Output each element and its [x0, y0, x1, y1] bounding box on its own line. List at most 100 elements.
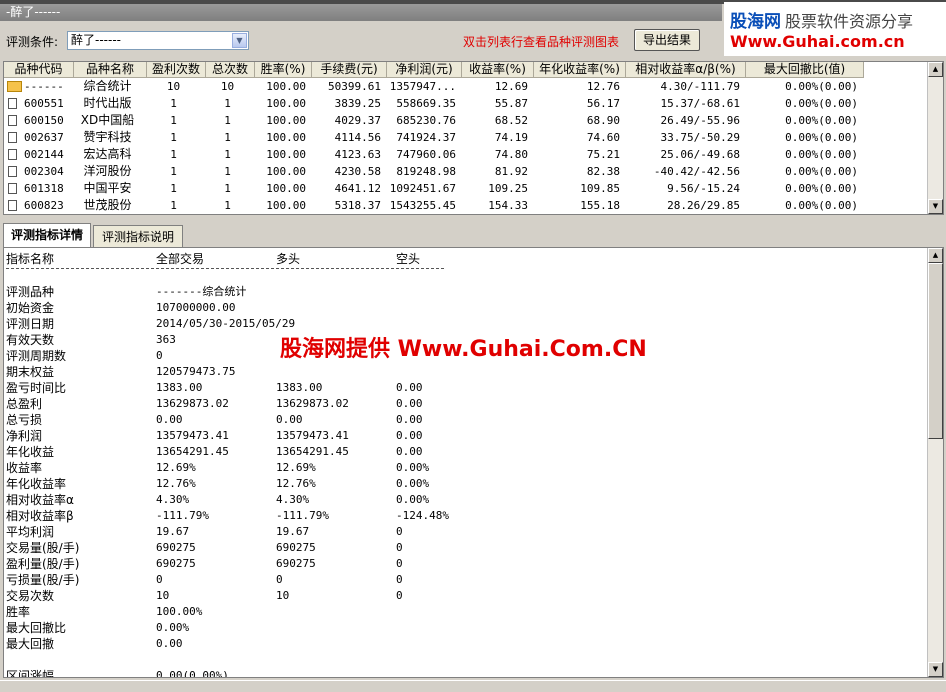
- table-row[interactable]: 600551 时代出版 1 1 100.00 3839.25 558669.35 55.87 5…: [4, 95, 929, 112]
- metric-value: 12.69%: [276, 461, 316, 474]
- table-cell: 世茂股份: [83, 198, 132, 212]
- chevron-down-icon[interactable]: ▼: [232, 33, 247, 48]
- table-cell: 宏达高科: [83, 147, 132, 161]
- metric-value: -111.79%: [276, 509, 329, 522]
- scroll-up-icon[interactable]: ▲: [928, 248, 943, 263]
- col-all: 全部交易: [156, 252, 205, 266]
- metric-label: 净利润: [6, 429, 43, 443]
- metric-label: 总亏损: [6, 413, 43, 427]
- metric-label: 相对收益率β: [6, 509, 74, 523]
- metric-value: -124.48%: [396, 509, 449, 522]
- metric-label: 平均利润: [6, 525, 55, 539]
- metric-value: 13654291.45: [276, 445, 349, 458]
- table-cell: 74.60: [586, 131, 620, 144]
- metric-value: 0.00(0.00%): [156, 669, 229, 678]
- metric-value: 13654291.45: [156, 445, 229, 458]
- table-row[interactable]: 002304 洋河股份 1 1 100.00 4230.58 819248.98 81.92 8…: [4, 163, 929, 180]
- table-row[interactable]: 002637 赞宇科技 1 1 100.00 4114.56 741924.37 74.19 7…: [4, 129, 929, 146]
- table-cell: 0.00%(0.00): [785, 97, 858, 110]
- table-row[interactable]: 600823 世茂股份 1 1 100.00 5318.37 1543255.45 154.3…: [4, 197, 929, 214]
- metric-value: 13579473.41: [156, 429, 229, 442]
- table-cell: 26.49/-55.96: [660, 114, 740, 127]
- column-header[interactable]: 收益率(%): [462, 62, 534, 78]
- metric-value: 1383.00: [276, 381, 323, 394]
- metric-label: 初始资金: [6, 301, 55, 315]
- table-cell: 0.00%(0.00): [785, 148, 858, 161]
- window-title: -醉了------: [0, 4, 722, 21]
- column-header[interactable]: 净利润(元): [387, 62, 462, 78]
- table-scrollbar[interactable]: ▲ ▼: [927, 62, 943, 214]
- table-row[interactable]: ------ 综合统计 10 10 100.00 50399.61 1357947... 12…: [4, 78, 929, 95]
- table-cell: 赞宇科技: [83, 130, 132, 144]
- table-cell: 4641.12: [334, 182, 381, 195]
- table-cell: 1357947...: [389, 80, 456, 93]
- table-cell: 1: [224, 114, 231, 127]
- detail-scrollbar[interactable]: ▲ ▼: [927, 248, 943, 677]
- table-cell: 中国平安: [83, 181, 132, 195]
- table-cell: 601318: [24, 182, 64, 195]
- table-cell: 0.00%(0.00): [785, 199, 858, 212]
- table-cell: 12.69: [494, 80, 528, 93]
- document-icon: [8, 149, 17, 160]
- metric-label: 亏损量(股/手): [6, 573, 80, 587]
- table-cell: 1: [170, 97, 177, 110]
- scroll-down-icon[interactable]: ▼: [928, 662, 943, 677]
- table-cell: 1: [170, 165, 177, 178]
- tab-detail[interactable]: 评测指标详情: [3, 223, 91, 248]
- table-cell: 002637: [24, 131, 64, 144]
- column-header[interactable]: 盈利次数: [147, 62, 206, 78]
- export-button[interactable]: 导出结果: [634, 29, 700, 51]
- table-cell: 741924.37: [396, 131, 456, 144]
- table-cell: 10: [166, 80, 181, 93]
- table-cell: 5318.37: [334, 199, 381, 212]
- metric-value: 2014/05/30-2015/05/29: [156, 317, 296, 330]
- table-cell: 4.30/-111.79: [660, 80, 740, 93]
- table-row[interactable]: 002144 宏达高科 1 1 100.00 4123.63 747960.06 74.80 7…: [4, 146, 929, 163]
- scroll-down-icon[interactable]: ▼: [928, 199, 943, 214]
- metric-label: 收益率: [6, 461, 43, 475]
- metric-label: 期末权益: [6, 365, 55, 379]
- condition-select[interactable]: 醉了------ ▼: [67, 31, 249, 50]
- col-long: 多头: [276, 252, 301, 266]
- column-header[interactable]: 手续费(元): [312, 62, 387, 78]
- table-cell: 综合统计: [83, 79, 132, 93]
- table-cell: 时代出版: [83, 96, 132, 110]
- column-header[interactable]: 总次数: [206, 62, 255, 78]
- table-row[interactable]: 601318 中国平安 1 1 100.00 4641.12 1092451.67 109.2…: [4, 180, 929, 197]
- table-cell: 3839.25: [334, 97, 381, 110]
- table-cell: 10: [220, 80, 235, 93]
- metric-value: 19.67: [156, 525, 190, 538]
- condition-value: 醉了------: [71, 33, 121, 47]
- scroll-thumb[interactable]: [928, 263, 943, 439]
- table-row[interactable]: 600150 XD中国船 1 1 100.00 4029.37 685230.76 68.52…: [4, 112, 929, 129]
- table-cell: 1: [170, 114, 177, 127]
- column-header[interactable]: 品种名称: [74, 62, 147, 78]
- metric-value: 0.00: [396, 413, 423, 426]
- metric-label: 盈亏时间比: [6, 381, 67, 395]
- table-cell: 81.92: [494, 165, 528, 178]
- table-cell: 74.80: [494, 148, 528, 161]
- metric-value: -------综合统计: [156, 285, 247, 298]
- results-table: 品种代码 品种名称 盈利次数 总次数 胜率(%) 手续费(元) 净利润(元) 收益率(%) 年化…: [3, 61, 944, 215]
- table-cell: 0.00%(0.00): [785, 182, 858, 195]
- metric-value: 0.00%: [396, 477, 430, 490]
- metric-value: 1383.00: [156, 381, 203, 394]
- table-cell: 819248.98: [396, 165, 456, 178]
- column-header[interactable]: 年化收益率(%): [534, 62, 626, 78]
- table-cell: 洋河股份: [83, 164, 132, 178]
- metric-value: 0: [396, 541, 403, 554]
- metric-value: 4.30%: [156, 493, 190, 506]
- column-header[interactable]: 最大回撤比(值): [746, 62, 864, 78]
- metric-value: 690275: [276, 541, 316, 554]
- metric-value: 0.00: [276, 413, 303, 426]
- col-short: 空头: [396, 252, 421, 266]
- tab-explain[interactable]: 评测指标说明: [93, 225, 183, 247]
- column-header[interactable]: 品种代码: [4, 62, 74, 78]
- column-header[interactable]: 胜率(%): [255, 62, 312, 78]
- column-header[interactable]: 相对收益率α/β(%): [626, 62, 746, 78]
- table-cell: 558669.35: [396, 97, 456, 110]
- scroll-up-icon[interactable]: ▲: [928, 62, 943, 77]
- metric-value: 0: [396, 573, 403, 586]
- metric-value: 10: [276, 589, 290, 602]
- watermark-text: 股海网提供 Www.Guhai.Com.CN: [280, 337, 647, 362]
